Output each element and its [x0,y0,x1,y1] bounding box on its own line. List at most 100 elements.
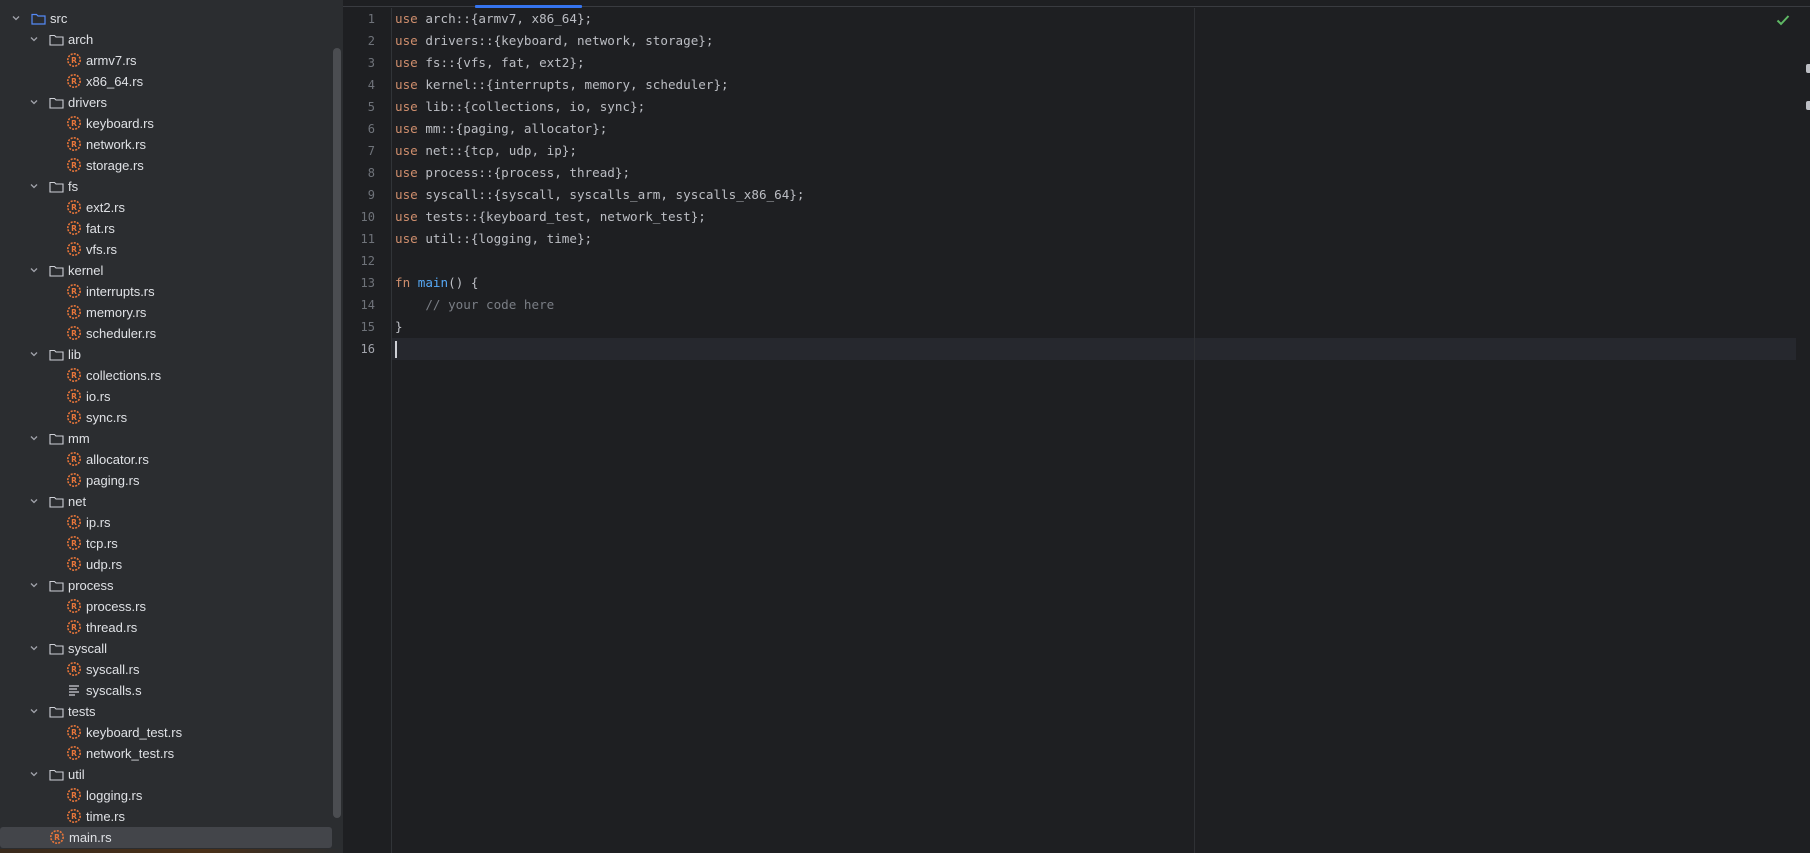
code-line[interactable]: use lib::{collections, io, sync}; [395,96,645,118]
code-line[interactable]: use mm::{paging, allocator}; [395,118,607,140]
tree-file[interactable]: Rvfs.rs [0,239,332,260]
tree-folder-syscall[interactable]: syscall [0,638,332,659]
tree-folder-tests[interactable]: tests [0,701,332,722]
code-line[interactable]: use util::{logging, time}; [395,228,592,250]
tree-folder-src[interactable]: src [0,8,332,29]
tree-file[interactable]: Rnetwork_test.rs [0,743,332,764]
code-token: lib::{collections, io, sync}; [417,99,646,114]
keyword-token: fn [395,275,411,290]
tree-item-label: scheduler.rs [86,326,157,341]
chevron-down-icon[interactable] [28,33,40,45]
tree-file[interactable]: Rx86_64.rs [0,71,332,92]
tree-file[interactable]: Rtime.rs [0,806,332,827]
tree-file[interactable]: Rkeyboard.rs [0,113,332,134]
tree-item-label: time.rs [86,809,125,824]
line-number: 7 [367,144,375,158]
line-number: 10 [360,210,375,224]
tree-item-label: paging.rs [86,473,140,488]
tree-item-label: vfs.rs [86,242,118,257]
keyword-token: use [395,55,418,70]
tree-folder-arch[interactable]: arch [0,29,332,50]
code-line[interactable]: use drivers::{keyboard, network, storage… [395,30,713,52]
svg-text:R: R [71,203,77,212]
code-line[interactable]: use kernel::{interrupts, memory, schedul… [395,74,729,96]
tree-file[interactable]: Rlogging.rs [0,785,332,806]
code-line[interactable]: use process::{process, thread}; [395,162,630,184]
tree-file[interactable]: Rkeyboard_test.rs [0,722,332,743]
chevron-down-icon[interactable] [10,12,22,24]
code-line[interactable]: use syscall::{syscall, syscalls_arm, sys… [395,184,804,206]
rust-file-icon: R [66,157,82,173]
line-number: 14 [360,298,375,312]
tree-file[interactable]: Rarmv7.rs [0,50,332,71]
tree-file[interactable]: Rudp.rs [0,554,332,575]
tree-folder-drivers[interactable]: drivers [0,92,332,113]
folder-icon [48,493,64,509]
project-tree-scrollbar[interactable] [333,48,341,818]
code-line[interactable]: use net::{tcp, udp, ip}; [395,140,577,162]
tree-item-label: tcp.rs [86,536,118,551]
chevron-down-icon[interactable] [28,432,40,444]
tree-file[interactable]: Rmain.rs [0,827,332,848]
code-token: tests::{keyboard_test, network_test}; [417,209,706,224]
chevron-down-icon[interactable] [28,96,40,108]
chevron-down-icon[interactable] [28,264,40,276]
code-editor[interactable]: 1 2 3 4 5 6 7 8 9 10 11 12 13 14 15 16 use arch::{armv7… [343,0,1810,853]
svg-text:R: R [71,140,77,149]
tree-file[interactable]: Rinterrupts.rs [0,281,332,302]
tree-file[interactable]: Rnetwork.rs [0,134,332,155]
code-line[interactable]: } [395,316,403,338]
tree-file[interactable]: Rio.rs [0,386,332,407]
tree-file[interactable]: Rtcp.rs [0,533,332,554]
svg-text:R: R [71,623,77,632]
code-line[interactable]: use arch::{armv7, x86_64}; [395,8,592,30]
line-number-gutter[interactable]: 1 2 3 4 5 6 7 8 9 10 11 12 13 14 15 16 [343,8,392,853]
rust-file-icon: R [66,724,82,740]
tree-folder-util[interactable]: util [0,764,332,785]
editor-scrollbar[interactable] [1796,8,1810,853]
tree-file[interactable]: Rcollections.rs [0,365,332,386]
tree-file[interactable]: Rscheduler.rs [0,323,332,344]
line-number: 15 [360,320,375,334]
tree-file[interactable]: Rip.rs [0,512,332,533]
tree-file[interactable]: Rthread.rs [0,617,332,638]
chevron-down-icon[interactable] [28,642,40,654]
tree-folder-net[interactable]: net [0,491,332,512]
keyword-token: use [395,187,418,202]
svg-text:R: R [71,665,77,674]
code-line[interactable]: // your code here [395,294,554,316]
chevron-down-icon[interactable] [28,705,40,717]
tree-folder-kernel[interactable]: kernel [0,260,332,281]
tree-file[interactable]: Rsync.rs [0,407,332,428]
line-number: 12 [360,254,375,268]
code-line[interactable]: fn main() { [395,272,478,294]
tree-file[interactable]: Rstorage.rs [0,155,332,176]
chevron-down-icon[interactable] [28,180,40,192]
code-line[interactable]: use fs::{vfs, fat, ext2}; [395,52,585,74]
tree-file[interactable]: Rfat.rs [0,218,332,239]
tree-folder-process[interactable]: process [0,575,332,596]
chevron-down-icon[interactable] [28,579,40,591]
svg-text:R: R [71,602,77,611]
keyword-token: use [395,33,418,48]
tree-file[interactable]: Rpaging.rs [0,470,332,491]
line-number: 6 [367,122,375,136]
chevron-down-icon[interactable] [28,495,40,507]
keyword-token: use [395,209,418,224]
chevron-down-icon[interactable] [28,768,40,780]
tree-file[interactable]: Rallocator.rs [0,449,332,470]
folder-icon [48,703,64,719]
tree-item-label: logging.rs [86,788,143,803]
tree-file[interactable]: Rprocess.rs [0,596,332,617]
code-line[interactable]: use tests::{keyboard_test, network_test}… [395,206,706,228]
code-token: fs::{vfs, fat, ext2}; [417,55,585,70]
tree-file[interactable]: Rsyscall.rs [0,659,332,680]
tree-file[interactable]: Rext2.rs [0,197,332,218]
tree-folder-fs[interactable]: fs [0,176,332,197]
tree-folder-mm[interactable]: mm [0,428,332,449]
tree-file[interactable]: Rmemory.rs [0,302,332,323]
tree-folder-lib[interactable]: lib [0,344,332,365]
tree-file[interactable]: syscalls.s [0,680,332,701]
chevron-down-icon[interactable] [28,348,40,360]
checkmark-icon[interactable] [1775,12,1791,28]
